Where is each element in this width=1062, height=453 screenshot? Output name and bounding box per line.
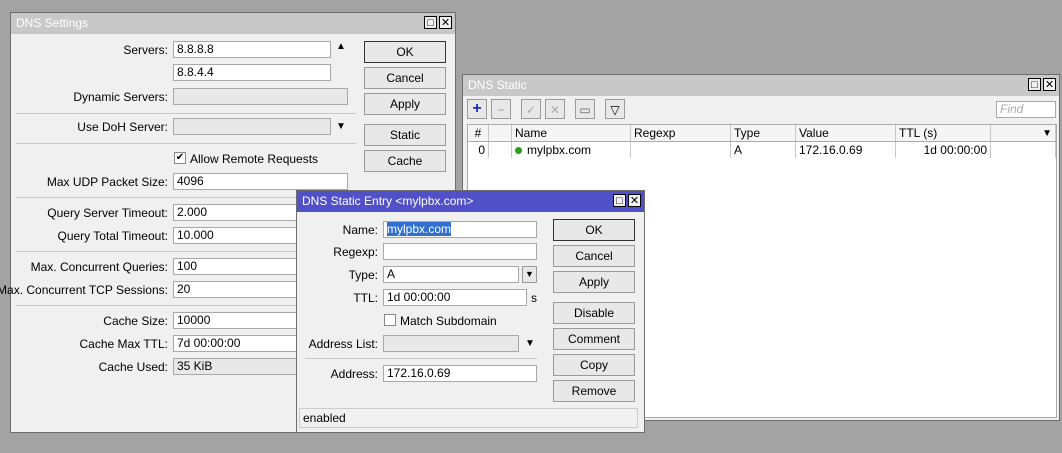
dynamic-servers-field (173, 88, 348, 105)
row-num: 0 (468, 141, 489, 158)
apply-button[interactable]: Apply (553, 271, 635, 293)
title-bar[interactable]: DNS Static □ ✕ (463, 75, 1059, 96)
address-input[interactable]: 172.16.0.69 (383, 365, 537, 382)
type-select[interactable]: A (383, 266, 519, 283)
comment-icon[interactable]: ▭ (575, 99, 595, 119)
divider (305, 358, 537, 359)
close-icon[interactable]: ✕ (628, 194, 641, 207)
close-icon[interactable]: ✕ (1043, 78, 1056, 91)
col-regexp[interactable]: Regexp (630, 125, 731, 142)
disable-icon[interactable]: ✕ (545, 99, 565, 119)
server2-input[interactable]: 8.8.4.4 (173, 64, 331, 81)
regexp-label: Regexp: (333, 245, 378, 259)
doh-server-input[interactable] (173, 118, 331, 135)
col-num[interactable]: # (468, 125, 489, 142)
match-subdomain-checkbox[interactable] (384, 314, 396, 326)
filter-icon[interactable]: ▽ (605, 99, 625, 119)
status-bar: enabled (299, 408, 638, 428)
window-title: DNS Static Entry <mylpbx.com> (302, 194, 474, 208)
static-button[interactable]: Static (364, 124, 446, 146)
address-list-label: Address List: (308, 337, 378, 351)
close-icon[interactable]: ✕ (439, 16, 452, 29)
window-title: DNS Settings (16, 16, 89, 30)
maximize-icon[interactable]: □ (424, 16, 437, 29)
col-ttl[interactable]: TTL (s) (895, 125, 991, 142)
cs-label: Cache Size: (103, 314, 168, 328)
cu-label: Cache Used: (98, 360, 168, 374)
row-name: mylpbx.com (527, 143, 592, 157)
doh-label: Use DoH Server: (77, 120, 168, 134)
copy-button[interactable]: Copy (553, 354, 635, 376)
udp-size-input[interactable]: 4096 (173, 173, 348, 190)
type-dropdown-icon[interactable]: ▼ (522, 266, 537, 283)
disable-button[interactable]: Disable (553, 302, 635, 324)
updown-icon[interactable]: ▲ (336, 41, 346, 52)
title-bar[interactable]: DNS Static Entry <mylpbx.com> □ ✕ (297, 191, 644, 212)
dynamic-servers-label: Dynamic Servers: (73, 90, 168, 104)
col-flags[interactable] (488, 125, 512, 142)
row-type: A (730, 141, 796, 158)
ok-button[interactable]: OK (553, 219, 635, 241)
mcq-label: Max. Concurrent Queries: (30, 260, 168, 274)
qtt-label: Query Total Timeout: (57, 229, 169, 243)
name-label: Name: (342, 223, 378, 237)
title-bar[interactable]: DNS Settings □ ✕ (11, 13, 455, 34)
col-value[interactable]: Value (795, 125, 896, 142)
address-label: Address: (330, 367, 378, 381)
maximize-icon[interactable]: □ (613, 194, 626, 207)
server1-input[interactable]: 8.8.8.8 (173, 41, 331, 58)
dropdown-arrow-icon[interactable]: ▼ (525, 338, 535, 349)
col-type[interactable]: Type (730, 125, 796, 142)
address-list-input[interactable] (383, 335, 519, 352)
cmt-label: Cache Max TTL: (79, 337, 168, 351)
udp-label: Max UDP Packet Size: (46, 175, 168, 189)
qst-label: Query Server Timeout: (47, 206, 168, 220)
enable-icon[interactable]: ✓ (521, 99, 541, 119)
ttl-label: TTL: (353, 291, 378, 305)
type-label: Type: (348, 268, 378, 282)
ok-button[interactable]: OK (364, 41, 446, 63)
allow-remote-checkbox[interactable]: ✔ (174, 152, 186, 164)
row-ttl: 1d 00:00:00 (895, 141, 991, 158)
name-value: mylpbx.com (387, 222, 452, 236)
name-input[interactable]: mylpbx.com (383, 221, 537, 238)
mct-label: Max. Concurrent TCP Sessions: (0, 283, 168, 297)
ttl-unit: s (531, 291, 537, 305)
cache-button[interactable]: Cache (364, 150, 446, 172)
ttl-input[interactable]: 1d 00:00:00 (383, 289, 527, 306)
allow-remote-label: Allow Remote Requests (190, 152, 319, 166)
regexp-input[interactable] (383, 243, 537, 260)
enabled-dot-icon (515, 147, 522, 154)
comment-button[interactable]: Comment (553, 328, 635, 350)
divider (16, 143, 356, 144)
remove-icon[interactable]: − (491, 99, 511, 119)
divider (16, 113, 356, 114)
cancel-button[interactable]: Cancel (364, 67, 446, 89)
table-row[interactable]: 0 mylpbx.com A 172.16.0.69 1d 00:00:00 (468, 141, 1056, 158)
dns-static-entry-dialog: DNS Static Entry <mylpbx.com> □ ✕ Name: m… (296, 190, 645, 433)
window-title: DNS Static (468, 78, 527, 92)
row-regexp (630, 141, 731, 158)
column-menu-icon[interactable]: ▼ (990, 125, 1056, 142)
row-value: 172.16.0.69 (795, 141, 896, 158)
maximize-icon[interactable]: □ (1028, 78, 1041, 91)
add-icon[interactable]: + (467, 99, 487, 119)
dropdown-arrow-icon[interactable]: ▼ (336, 121, 346, 132)
match-subdomain-label: Match Subdomain (400, 314, 497, 328)
remove-button[interactable]: Remove (553, 380, 635, 402)
apply-button[interactable]: Apply (364, 93, 446, 115)
col-name[interactable]: Name (511, 125, 631, 142)
servers-label: Servers: (123, 43, 168, 57)
cancel-button[interactable]: Cancel (553, 245, 635, 267)
find-input[interactable]: Find (996, 101, 1056, 118)
